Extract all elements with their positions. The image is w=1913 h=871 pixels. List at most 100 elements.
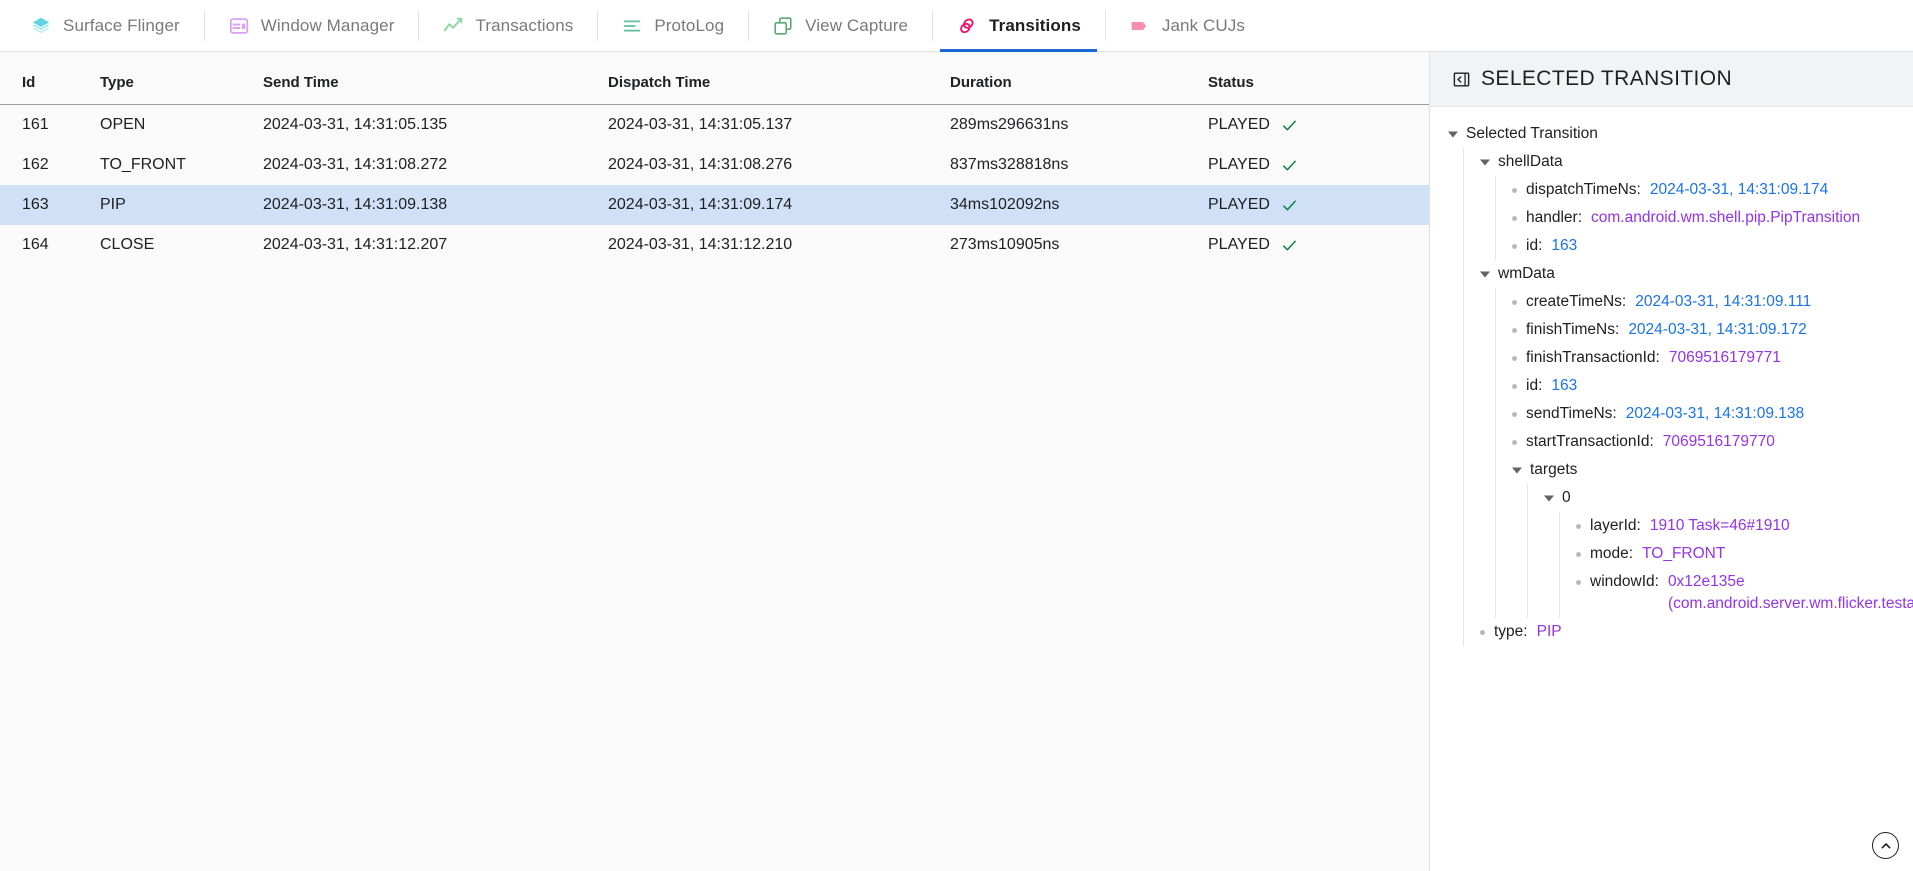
column-header-send-time[interactable]: Send Time	[263, 52, 608, 105]
tree-node-header[interactable]: Selected Transition	[1448, 120, 1903, 148]
cell-send-time[interactable]: 2024-03-31, 14:31:08.272	[263, 145, 608, 185]
tree-leaf-finishtimens[interactable]: finishTimeNs: 2024-03-31, 14:31:09.172	[1512, 316, 1903, 344]
rings-icon	[956, 15, 978, 37]
bullet-icon	[1512, 328, 1517, 333]
column-header-duration[interactable]: Duration	[950, 52, 1208, 105]
cell-type: OPEN	[100, 105, 263, 146]
tree-leaf-key: id:	[1526, 375, 1542, 397]
tree-leaf-value[interactable]: TO_FRONT	[1642, 543, 1725, 565]
tree-leaf-starttransactionid[interactable]: startTransactionId: 7069516179770	[1512, 428, 1903, 456]
chevron-down-icon[interactable]	[1512, 465, 1523, 476]
tree-leaf-sendtimens[interactable]: sendTimeNs: 2024-03-31, 14:31:09.138	[1512, 400, 1903, 428]
selected-transition-header: SELECTED TRANSITION	[1430, 52, 1913, 107]
check-icon	[1281, 237, 1298, 254]
selected-transition-pane: SELECTED TRANSITION Selected Transition	[1430, 52, 1913, 871]
tab-surface-flinger[interactable]: Surface Flinger	[6, 0, 204, 51]
tab-label: Transactions	[475, 16, 573, 36]
tree-leaf-value[interactable]: 2024-03-31, 14:31:09.138	[1626, 403, 1804, 425]
tag-icon	[1129, 15, 1151, 37]
tree-leaf-value[interactable]: PIP	[1537, 621, 1562, 643]
tab-protolog[interactable]: ProtoLog	[597, 0, 748, 51]
bullet-icon	[1512, 412, 1517, 417]
tab-label: ProtoLog	[654, 16, 724, 36]
cell-id: 163	[0, 185, 100, 225]
status-badge: PLAYED	[1208, 236, 1270, 254]
chevron-down-icon[interactable]	[1480, 269, 1491, 280]
tab-label: Window Manager	[261, 16, 395, 36]
cell-send-time[interactable]: 2024-03-31, 14:31:12.207	[263, 225, 608, 265]
tree-leaf-finishtransactionid[interactable]: finishTransactionId: 7069516179771	[1512, 344, 1903, 372]
tree-leaf-value[interactable]: 1910 Task=46#1910	[1650, 515, 1790, 537]
table-body: 161 OPEN 2024-03-31, 14:31:05.135 2024-0…	[0, 105, 1429, 266]
scroll-to-top-button[interactable]	[1872, 832, 1899, 859]
window-icon	[228, 15, 250, 37]
chevron-down-icon[interactable]	[1448, 129, 1459, 140]
tree-leaf-type[interactable]: type: PIP	[1480, 618, 1903, 646]
tree-leaf-mode[interactable]: mode: TO_FRONT	[1576, 540, 1903, 568]
tree-node-header[interactable]: shellData	[1480, 148, 1903, 176]
table-row[interactable]: 162 TO_FRONT 2024-03-31, 14:31:08.272 20…	[0, 145, 1429, 185]
tab-label: Surface Flinger	[63, 16, 180, 36]
column-header-id[interactable]: Id	[0, 52, 100, 105]
tree-leaf-createtimens[interactable]: createTimeNs: 2024-03-31, 14:31:09.111	[1512, 288, 1903, 316]
tree-leaf-key: sendTimeNs:	[1526, 403, 1617, 425]
chevron-down-icon[interactable]	[1544, 493, 1555, 504]
tab-window-manager[interactable]: Window Manager	[204, 0, 419, 51]
tree-leaf-value[interactable]: 163	[1551, 375, 1577, 397]
bullet-icon	[1576, 580, 1581, 585]
tree-leaf-dispatchtimens[interactable]: dispatchTimeNs: 2024-03-31, 14:31:09.174	[1512, 176, 1903, 204]
bullet-icon	[1512, 216, 1517, 221]
tree-leaf-value[interactable]: 2024-03-31, 14:31:09.111	[1635, 291, 1811, 313]
cell-dispatch-time[interactable]: 2024-03-31, 14:31:12.210	[608, 225, 950, 265]
tree-leaf-key: id:	[1526, 235, 1542, 257]
transitions-table: Id Type Send Time Dispatch Time Duration…	[0, 52, 1429, 265]
check-icon	[1281, 197, 1298, 214]
column-header-status[interactable]: Status	[1208, 52, 1429, 105]
tree-leaf-windowid[interactable]: windowId: 0x12e135e (com.android.server.…	[1576, 568, 1903, 618]
tree-node-header[interactable]: 0	[1544, 484, 1903, 512]
tree-leaf-id[interactable]: id: 163	[1512, 372, 1903, 400]
tree-leaf-layerid[interactable]: layerId: 1910 Task=46#1910	[1576, 512, 1903, 540]
tree-leaf-value[interactable]: 2024-03-31, 14:31:09.172	[1628, 319, 1806, 341]
cell-send-time[interactable]: 2024-03-31, 14:31:05.135	[263, 105, 608, 146]
tab-label: Jank CUJs	[1162, 16, 1245, 36]
cell-dispatch-time[interactable]: 2024-03-31, 14:31:08.276	[608, 145, 950, 185]
tree-leaf-value[interactable]: 0x12e135e (com.android.server.wm.flicker…	[1668, 571, 1913, 615]
tree-node-wmdata: wmData createTimeNs: 2024-03-31, 14:31:0…	[1480, 260, 1903, 618]
bullet-icon	[1512, 384, 1517, 389]
tree-leaf-value[interactable]: 163	[1551, 235, 1577, 257]
table-row[interactable]: 164 CLOSE 2024-03-31, 14:31:12.207 2024-…	[0, 225, 1429, 265]
tree-node-header[interactable]: targets	[1512, 456, 1903, 484]
bullet-icon	[1512, 440, 1517, 445]
column-header-type[interactable]: Type	[100, 52, 263, 105]
tree-node-header[interactable]: wmData	[1480, 260, 1903, 288]
chart-line-icon	[442, 15, 464, 37]
tab-view-capture[interactable]: View Capture	[748, 0, 932, 51]
tab-transitions[interactable]: Transitions	[932, 0, 1105, 51]
cell-send-time[interactable]: 2024-03-31, 14:31:09.138	[263, 185, 608, 225]
status-badge: PLAYED	[1208, 196, 1270, 214]
column-header-dispatch-time[interactable]: Dispatch Time	[608, 52, 950, 105]
chevron-down-icon[interactable]	[1480, 157, 1491, 168]
tree-node-selected-transition: Selected Transition shellData	[1448, 120, 1903, 646]
table-row[interactable]: 163 PIP 2024-03-31, 14:31:09.138 2024-03…	[0, 185, 1429, 225]
tree-leaf-id[interactable]: id: 163	[1512, 232, 1903, 260]
cell-status: PLAYED	[1208, 105, 1429, 146]
tree-leaf-handler[interactable]: handler: com.android.wm.shell.pip.PipTra…	[1512, 204, 1903, 232]
tree-node-targets: targets 0	[1512, 456, 1903, 618]
cell-duration: 34ms102092ns	[950, 185, 1208, 225]
table-row[interactable]: 161 OPEN 2024-03-31, 14:31:05.135 2024-0…	[0, 105, 1429, 146]
tree-leaf-key: finishTimeNs:	[1526, 319, 1619, 341]
collapse-panel-icon[interactable]	[1452, 70, 1471, 89]
cell-dispatch-time[interactable]: 2024-03-31, 14:31:05.137	[608, 105, 950, 146]
tree-leaf-value[interactable]: com.android.wm.shell.pip.PipTransition	[1591, 207, 1860, 229]
tree-children-wmdata: createTimeNs: 2024-03-31, 14:31:09.111 f…	[1495, 288, 1903, 618]
tree-leaf-value[interactable]: 7069516179771	[1669, 347, 1781, 369]
tree-node-label: wmData	[1498, 263, 1555, 285]
tree-leaf-value[interactable]: 2024-03-31, 14:31:09.174	[1650, 179, 1828, 201]
tree-node-target-0: 0 layerId: 1910 Task=46#1910	[1544, 484, 1903, 618]
tree-leaf-value[interactable]: 7069516179770	[1663, 431, 1775, 453]
cell-dispatch-time[interactable]: 2024-03-31, 14:31:09.174	[608, 185, 950, 225]
tab-jank-cujs[interactable]: Jank CUJs	[1105, 0, 1269, 51]
tab-transactions[interactable]: Transactions	[418, 0, 597, 51]
